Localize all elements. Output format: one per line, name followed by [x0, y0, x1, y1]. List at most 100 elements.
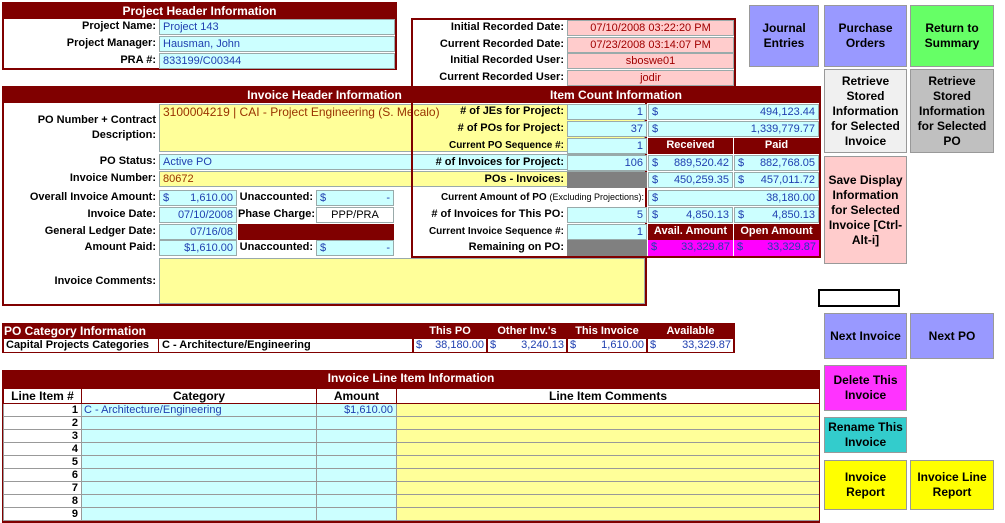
category-cell[interactable] — [81, 507, 317, 521]
initial-date-field[interactable]: 07/10/2008 03:22:20 PM — [567, 20, 734, 36]
return-to-summary-button[interactable]: Return to Summary — [910, 5, 994, 67]
category-cell[interactable] — [81, 416, 317, 430]
invoice-line-report-button[interactable]: Invoice Line Report — [910, 460, 994, 510]
amount-cell[interactable] — [316, 481, 397, 495]
avail-amount-dollar: $ — [651, 241, 658, 253]
line-items-title: Invoice Line Item Information — [2, 371, 820, 387]
category-row-label: Capital Projects Categories — [4, 339, 158, 352]
next-po-button[interactable]: Next PO — [910, 313, 994, 359]
category-row-value[interactable]: C - Architecture/Engineering — [159, 339, 412, 352]
next-invoice-button[interactable]: Next Invoice — [824, 313, 907, 359]
category-cell[interactable] — [81, 494, 317, 508]
comment-cell[interactable] — [396, 416, 819, 430]
received-header: Received — [648, 138, 733, 154]
pos-invoices-received[interactable]: $450,259.35 — [648, 172, 733, 188]
overall-amount-value: 1,610.00 — [190, 192, 233, 204]
category-cell[interactable] — [81, 442, 317, 456]
jes-amount-value: 494,123.44 — [759, 106, 815, 118]
overall-amount-field[interactable]: $1,610.00 — [159, 190, 237, 206]
amount-cell[interactable]: $1,610.00 — [316, 403, 397, 417]
invoice-date-label: Invoice Date: — [87, 208, 156, 220]
invoice-date-field[interactable]: 07/10/2008 — [159, 207, 237, 223]
pos-invoices-paid[interactable]: $457,011.72 — [734, 172, 819, 188]
pra-field[interactable]: 833199/C00344 — [159, 53, 395, 69]
amount-cell[interactable] — [316, 507, 397, 521]
save-display-button[interactable]: Save Display Information for Selected In… — [824, 156, 907, 264]
amount-cell[interactable] — [316, 494, 397, 508]
open-amount-value: 33,329.87 — [767, 241, 816, 253]
table-row: 9 — [3, 507, 819, 521]
initial-date-label: Initial Recorded Date: — [450, 21, 564, 33]
invoice-report-button[interactable]: Invoice Report — [824, 460, 907, 510]
amount-cell[interactable] — [316, 442, 397, 456]
line-number-cell: 5 — [3, 455, 82, 469]
amount-paid-field[interactable]: $1,610.00 — [159, 240, 237, 256]
invoice-sequence-field[interactable]: 1 — [567, 224, 647, 240]
comment-cell[interactable] — [396, 494, 819, 508]
category-available-dollar: $ — [650, 339, 657, 351]
invoices-po-b[interactable]: $4,850.13 — [734, 207, 819, 223]
avail-amount-field[interactable]: $33,329.87 — [648, 240, 733, 256]
purchase-orders-button[interactable]: Purchase Orders — [824, 5, 907, 67]
jes-label: # of JEs for Project: — [460, 105, 564, 117]
category-cell[interactable] — [81, 455, 317, 469]
open-amount-field[interactable]: $33,329.87 — [734, 240, 819, 256]
current-date-field[interactable]: 07/23/2008 03:14:07 PM — [567, 37, 734, 53]
jes-amount[interactable]: $494,123.44 — [648, 104, 819, 120]
current-po-amount-value: 38,180.00 — [766, 192, 815, 204]
amount-cell[interactable] — [316, 455, 397, 469]
comment-cell[interactable] — [396, 429, 819, 443]
initial-user-field[interactable]: sboswe01 — [567, 53, 734, 69]
current-po-amount-field[interactable]: $38,180.00 — [648, 190, 819, 206]
project-manager-label: Project Manager: — [66, 37, 156, 49]
comment-cell[interactable] — [396, 455, 819, 469]
remaining-po-gray — [567, 240, 647, 256]
comment-cell[interactable] — [396, 403, 819, 417]
unaccounted2-field[interactable]: $ - — [316, 240, 394, 256]
comment-cell[interactable] — [396, 481, 819, 495]
table-row: 1C - Architecture/Engineering $1,610.00 — [3, 403, 819, 417]
journal-entries-button[interactable]: Journal Entries — [749, 5, 819, 67]
invoices-project-count[interactable]: 106 — [567, 155, 647, 171]
category-this-po: $38,180.00 — [414, 339, 486, 352]
invoices-paid[interactable]: $882,768.05 — [734, 155, 819, 171]
category-cell[interactable] — [81, 481, 317, 495]
pos-amount[interactable]: $1,339,779.77 — [648, 121, 819, 137]
table-row: 3 — [3, 429, 819, 443]
table-row: 5 — [3, 455, 819, 469]
amount-cell[interactable] — [316, 416, 397, 430]
gl-date-field[interactable]: 07/16/08 — [159, 224, 237, 240]
category-this-inv-dollar: $ — [570, 339, 577, 351]
category-cell[interactable] — [81, 468, 317, 482]
jes-count[interactable]: 1 — [567, 104, 647, 120]
comment-cell[interactable] — [396, 507, 819, 521]
invoices-po-a[interactable]: $4,850.13 — [648, 207, 733, 223]
phase-charge-field[interactable]: PPP/PRA — [316, 207, 394, 223]
selected-cell[interactable] — [818, 289, 900, 307]
unaccounted-label: Unaccounted: — [239, 191, 313, 203]
unaccounted-field[interactable]: $ - — [316, 190, 394, 206]
project-name-field[interactable]: Project 143 — [159, 19, 395, 35]
po-sequence-field[interactable]: 1 — [567, 138, 647, 154]
comment-cell[interactable] — [396, 468, 819, 482]
project-manager-field[interactable]: Hausman, John — [159, 36, 395, 52]
current-user-field[interactable]: jodir — [567, 70, 734, 86]
invoice-comments-field[interactable] — [159, 258, 645, 304]
line-number-cell: 1 — [3, 403, 82, 417]
rename-invoice-button[interactable]: Rename This Invoice — [824, 417, 907, 453]
current-po-amount-label: Current Amount of PO (Excluding Projecti… — [413, 190, 647, 206]
retrieve-invoice-button[interactable]: Retrieve Stored Information for Selected… — [824, 69, 907, 153]
retrieve-po-button[interactable]: Retrieve Stored Information for Selected… — [910, 69, 994, 153]
invoices-po-count[interactable]: 5 — [567, 207, 647, 223]
comment-cell[interactable] — [396, 442, 819, 456]
invoices-received[interactable]: $889,520.42 — [648, 155, 733, 171]
table-row: 7 — [3, 481, 819, 495]
delete-invoice-button[interactable]: Delete This Invoice — [824, 365, 907, 411]
amount-cell[interactable] — [316, 429, 397, 443]
invoices-po-a-value: 4,850.13 — [686, 209, 729, 221]
amount-cell[interactable] — [316, 468, 397, 482]
pos-count[interactable]: 37 — [567, 121, 647, 137]
category-cell[interactable] — [81, 429, 317, 443]
line-number-cell: 9 — [3, 507, 82, 521]
category-cell[interactable]: C - Architecture/Engineering — [81, 403, 317, 417]
